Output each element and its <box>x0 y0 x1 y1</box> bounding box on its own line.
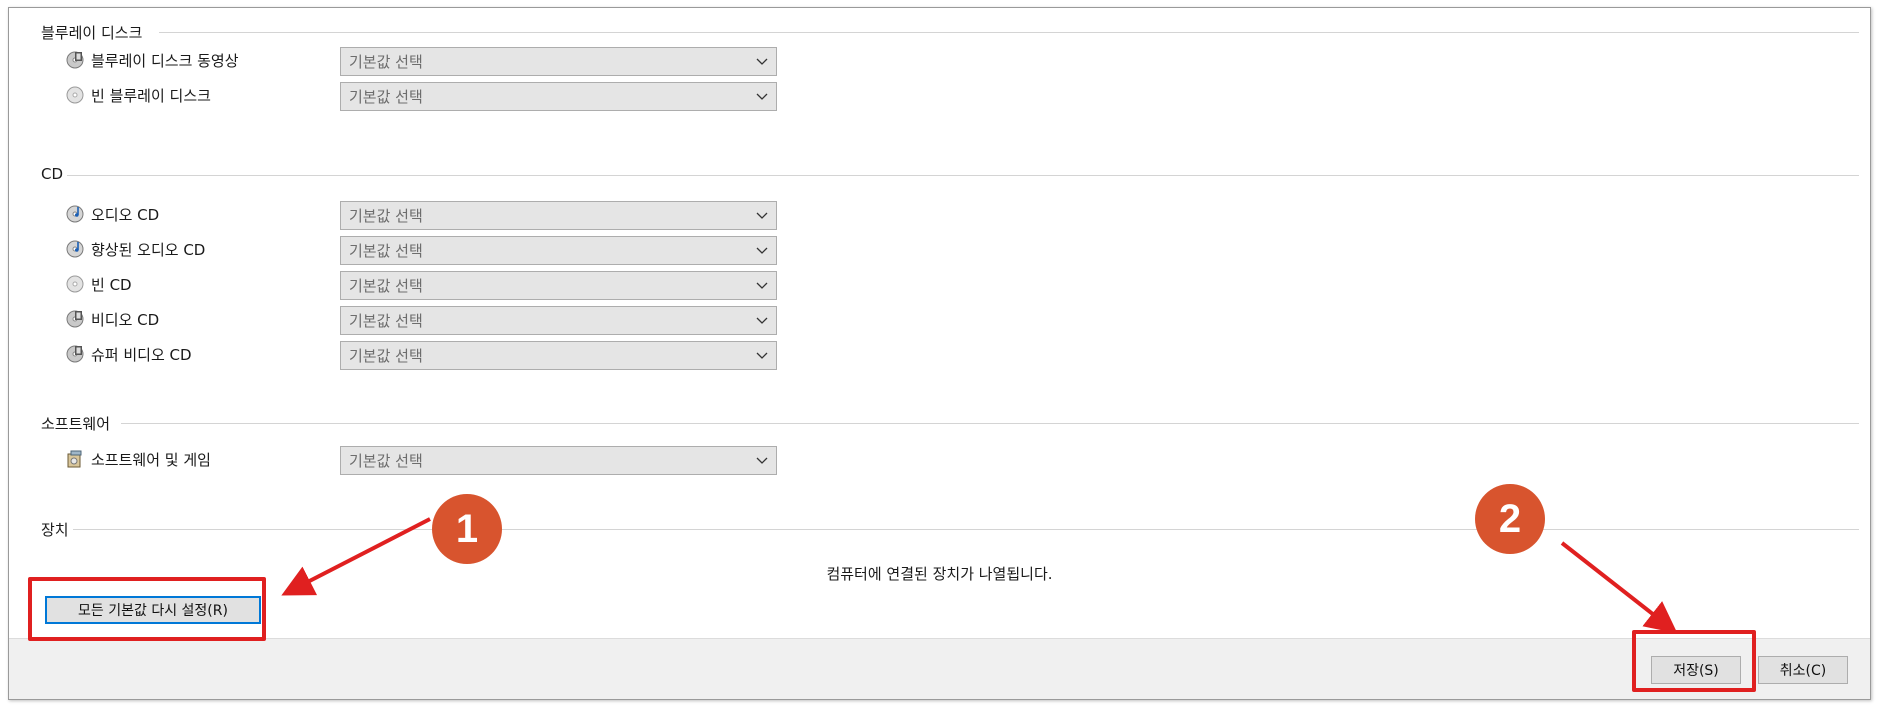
select-value: 기본값 선택 <box>349 207 423 225</box>
row-super-video-cd: 슈퍼 비디오 CD <box>65 343 192 365</box>
row-label-text: 오디오 CD <box>91 205 160 224</box>
row-video-cd: 비디오 CD <box>65 308 159 330</box>
audio-disc-icon <box>65 239 85 259</box>
section-title-devices: 장치 <box>41 521 69 539</box>
chevron-down-icon <box>756 282 768 289</box>
select-value: 기본값 선택 <box>349 53 423 71</box>
video-disc-icon <box>65 50 85 70</box>
row-label-text: 비디오 CD <box>91 310 160 329</box>
chevron-down-icon <box>756 212 768 219</box>
row-label-text: 빈 블루레이 디스크 <box>91 86 211 105</box>
dialog-footer: 저장(S) 취소(C) <box>9 638 1870 699</box>
blank-disc-icon <box>65 274 85 294</box>
row-label-text: 블루레이 디스크 동영상 <box>91 51 239 70</box>
row-bluray-video: 블루레이 디스크 동영상 <box>65 49 239 71</box>
section-divider <box>67 175 1859 176</box>
row-label-text: 향상된 오디오 CD <box>91 240 206 259</box>
section-divider <box>159 32 1859 33</box>
chevron-down-icon <box>756 457 768 464</box>
select-value: 기본값 선택 <box>349 277 423 295</box>
section-title-cd: CD <box>41 165 64 183</box>
row-label-text: 소프트웨어 및 게임 <box>91 450 211 469</box>
video-disc-icon <box>65 344 85 364</box>
blank-bluray-select[interactable]: 기본값 선택 <box>340 82 777 111</box>
settings-window: 블루레이 디스크 블루레이 디스크 동영상 기본값 선택 빈 블루레이 디스크 … <box>8 7 1871 700</box>
section-title-bluray: 블루레이 디스크 <box>41 24 143 42</box>
autoplay-settings-panel: 블루레이 디스크 블루레이 디스크 동영상 기본값 선택 빈 블루레이 디스크 … <box>9 8 1870 638</box>
blank-disc-icon <box>65 85 85 105</box>
row-audio-cd: 오디오 CD <box>65 203 159 225</box>
section-title-software: 소프트웨어 <box>41 415 111 433</box>
select-value: 기본값 선택 <box>349 347 423 365</box>
select-value: 기본값 선택 <box>349 88 423 106</box>
video-disc-icon <box>65 309 85 329</box>
highlight-box-reset <box>28 577 266 641</box>
blank-cd-select[interactable]: 기본값 선택 <box>340 271 777 300</box>
bluray-video-select[interactable]: 기본값 선택 <box>340 47 777 76</box>
step-badge-2: 2 <box>1475 484 1545 554</box>
row-enhanced-audio-cd: 향상된 오디오 CD <box>65 238 205 260</box>
chevron-down-icon <box>756 352 768 359</box>
chevron-down-icon <box>756 58 768 65</box>
row-label-text: 슈퍼 비디오 CD <box>91 345 192 364</box>
software-box-icon <box>65 449 85 469</box>
devices-empty-message: 컴퓨터에 연결된 장치가 나열됩니다. <box>826 565 1053 583</box>
select-value: 기본값 선택 <box>349 242 423 260</box>
step-badge-1: 1 <box>432 494 502 564</box>
chevron-down-icon <box>756 93 768 100</box>
software-games-select[interactable]: 기본값 선택 <box>340 446 777 475</box>
row-software-games: 소프트웨어 및 게임 <box>65 448 211 470</box>
section-divider <box>73 529 1859 530</box>
cancel-button[interactable]: 취소(C) <box>1758 656 1848 684</box>
video-cd-select[interactable]: 기본값 선택 <box>340 306 777 335</box>
row-blank-cd: 빈 CD <box>65 273 132 295</box>
chevron-down-icon <box>756 317 768 324</box>
select-value: 기본값 선택 <box>349 452 423 470</box>
super-video-cd-select[interactable]: 기본값 선택 <box>340 341 777 370</box>
highlight-box-save <box>1632 630 1756 692</box>
row-blank-bluray: 빈 블루레이 디스크 <box>65 84 211 106</box>
audio-cd-select[interactable]: 기본값 선택 <box>340 201 777 230</box>
select-value: 기본값 선택 <box>349 312 423 330</box>
audio-disc-icon <box>65 204 85 224</box>
section-divider <box>121 423 1859 424</box>
chevron-down-icon <box>756 247 768 254</box>
row-label-text: 빈 CD <box>91 275 132 294</box>
enhanced-audio-cd-select[interactable]: 기본값 선택 <box>340 236 777 265</box>
